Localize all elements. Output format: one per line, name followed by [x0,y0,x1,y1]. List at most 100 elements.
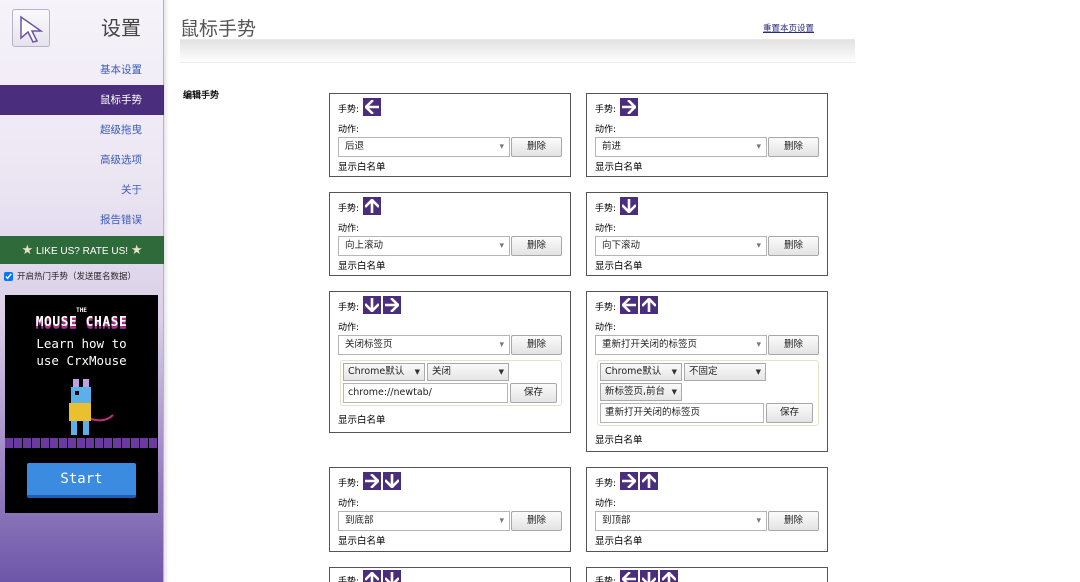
mouse-chase-promo[interactable]: THE MOUSE CHASE Learn how to use CrxMous… [5,295,158,513]
section-label-edit-gestures: 编辑手势 [183,91,220,101]
option-text-input[interactable]: 重新打开关闭的标签页 [600,403,764,423]
arrow-right-icon [620,472,639,490]
nav-item-mouse-gestures[interactable]: 鼠标手势 [0,85,164,115]
gesture-card: 手势: [329,567,571,582]
arrow-up-icon [363,197,382,215]
show-whitelist-link[interactable]: 显示白名单 [595,432,643,446]
tab-option-dropdown[interactable]: 关闭 [427,363,509,381]
gesture-label: 手势: [595,577,617,582]
action-select[interactable]: 关闭标签页 [338,335,510,355]
gesture-pattern: 手势: [338,98,382,116]
hot-gestures-label: 开启热门手势（发送匿名数据） [17,272,137,282]
sidebar: 设置 基本设置 鼠标手势 超级拖曳 高级选项 关于 报告错误 ★ LIKE US… [0,0,169,582]
delete-button[interactable]: 删除 [768,236,819,256]
arrow-left-icon [620,296,639,314]
gesture-pattern: 手势: [338,472,402,490]
gesture-card: 手势: 动作: 向上滚动删除显示白名单 [329,192,571,276]
gesture-label: 手势: [338,479,360,489]
arrow-left-icon [363,98,382,116]
nav-item-about[interactable]: 关于 [0,175,164,205]
hot-gestures-option: 开启热门手势（发送匿名数据） [4,270,136,282]
nav-item-basic-settings[interactable]: 基本设置 [0,55,164,85]
gesture-label: 手势: [595,204,617,214]
arrow-down-icon [620,197,639,215]
action-label: 动作: [595,224,617,234]
page-title: 鼠标手势 [180,18,257,40]
arrow-down-icon [383,472,402,490]
gesture-pattern: 手势: [338,197,382,215]
gesture-label: 手势: [595,303,617,313]
reset-page-settings-link[interactable]: 重置本页设置 [763,22,814,34]
show-whitelist-link[interactable]: 显示白名单 [595,533,643,547]
mouse-character-icon [69,379,114,435]
delete-button[interactable]: 删除 [511,236,562,256]
gesture-label: 手势: [338,577,360,582]
action-select[interactable]: 到底部 [338,511,510,531]
gesture-label: 手势: [338,204,360,214]
save-button[interactable]: 保存 [766,403,813,423]
option-text-input[interactable]: chrome://newtab/ [343,383,508,403]
open-position-dropdown[interactable]: 新标签页,前台 [600,383,682,401]
delete-button[interactable]: 删除 [511,335,562,355]
nav-item-advanced[interactable]: 高级选项 [0,145,164,175]
gesture-card: 手势: 动作: 到底部删除显示白名单 [329,467,571,552]
arrow-up-icon [640,472,659,490]
gesture-card: 手势:动作:重新打开关闭的标签页删除Chrome默认不固定新标签页,前台重新打开… [586,291,828,452]
promo-start-button[interactable]: Start [27,463,136,498]
promo-title: MOUSE CHASE [35,315,128,330]
action-select[interactable]: 向上滚动 [338,236,510,256]
action-select[interactable]: 前进 [595,137,767,157]
gesture-pattern: 手势: [338,570,402,582]
action-select[interactable]: 到顶部 [595,511,767,531]
show-whitelist-link[interactable]: 显示白名单 [338,533,386,547]
action-label: 动作: [338,499,360,509]
delete-button[interactable]: 删除 [511,137,562,157]
gesture-pattern: 手势: [595,197,639,215]
arrow-up-icon [640,296,659,314]
arrow-left-icon [620,570,639,582]
action-select[interactable]: 向下滚动 [595,236,767,256]
rate-us-label: LIKE US? RATE US! [35,246,129,257]
action-label: 动作: [338,125,360,135]
header-divider [180,39,855,63]
gesture-pattern: 手势: [595,296,659,314]
show-whitelist-link[interactable]: 显示白名单 [338,258,386,272]
save-button[interactable]: 保存 [510,383,557,403]
gesture-label: 手势: [338,105,360,115]
rate-us-banner[interactable]: ★ LIKE US? RATE US! ★ [0,236,164,264]
delete-button[interactable]: 删除 [768,137,819,157]
gesture-card: 手势: 动作: 向下滚动删除显示白名单 [586,192,828,276]
show-whitelist-link[interactable]: 显示白名单 [338,159,386,173]
gesture-pattern: 手势: [595,472,659,490]
show-whitelist-link[interactable]: 显示白名单 [338,412,386,426]
gesture-pattern: 手势: [595,570,679,582]
nav-item-super-drag[interactable]: 超级拖曳 [0,115,164,145]
gesture-pattern: 手势: [338,296,402,314]
gesture-card: 手势: [586,567,828,582]
delete-button[interactable]: 删除 [768,511,819,531]
gesture-label: 手势: [595,105,617,115]
tab-option-dropdown[interactable]: 不固定 [684,363,766,381]
browser-option-dropdown[interactable]: Chrome默认 [600,363,682,381]
delete-button[interactable]: 删除 [768,335,819,355]
nav-item-report-bug[interactable]: 报告错误 [0,205,164,235]
action-select[interactable]: 重新打开关闭的标签页 [595,335,767,355]
hot-gestures-checkbox[interactable] [4,271,13,281]
action-label: 动作: [595,125,617,135]
star-icon: ★ [130,242,143,257]
star-icon: ★ [21,242,34,257]
arrow-right-icon [620,98,639,116]
delete-button[interactable]: 删除 [511,511,562,531]
gesture-label: 手势: [338,303,360,313]
show-whitelist-link[interactable]: 显示白名单 [595,258,643,272]
gesture-card: 手势: 动作: 后退删除显示白名单 [329,93,571,177]
browser-option-dropdown[interactable]: Chrome默认 [343,363,425,381]
promo-text: Learn how to use CrxMouse [5,335,158,369]
action-label: 动作: [338,323,360,333]
action-select[interactable]: 后退 [338,137,510,157]
arrow-down-icon [640,570,659,582]
arrow-up-icon [363,570,382,582]
show-whitelist-link[interactable]: 显示白名单 [595,159,643,173]
arrow-right-icon [383,296,402,314]
header-divider-line [180,62,855,63]
